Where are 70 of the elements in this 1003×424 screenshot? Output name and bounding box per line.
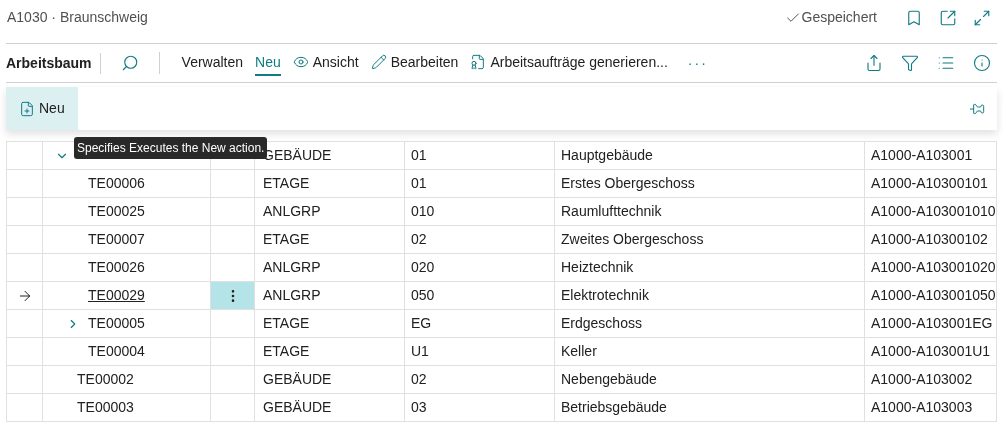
action-tab[interactable]: Bearbeiten [370, 50, 459, 76]
search-icon[interactable] [120, 54, 139, 72]
path-cell-text: A1000-A10300101 [871, 174, 988, 193]
bookmark-icon[interactable] [905, 8, 923, 27]
element-id[interactable]: TE00029 [88, 285, 145, 306]
code-cell-text: 02 [411, 370, 427, 389]
element-id[interactable]: TE00026 [88, 257, 145, 278]
code-cell-text: EG [411, 314, 432, 333]
pencil-icon [370, 54, 387, 70]
page-title: A1030 · Braunschweig [7, 8, 148, 27]
saved-status: Gespeichert [801, 8, 877, 27]
code-cell-text: 01 [411, 174, 427, 193]
type-cell-text: ETAGE [263, 314, 310, 333]
name-cell-text: Erdgeschoss [561, 314, 642, 333]
path-cell-text: A1000-A103001 [871, 146, 973, 165]
page-name: Arbeitsbaum [6, 52, 101, 74]
name-cell-text: Elektrotechnik [561, 286, 649, 305]
path-cell-text: A1000-A103002 [871, 370, 973, 389]
path-cell-text: A1000-A103001EG [871, 314, 993, 333]
document-icon [470, 54, 487, 70]
action-tab[interactable]: Arbeitsaufträge generieren... [470, 50, 668, 76]
type-cell-text: GEBÄUDE [263, 370, 332, 389]
element-id[interactable]: TE00002 [77, 369, 134, 390]
name-cell-text: Nebengebäude [561, 370, 657, 389]
info-icon[interactable] [973, 54, 991, 72]
element-id[interactable]: TE00003 [77, 397, 134, 418]
code-cell-text: 01 [411, 146, 427, 165]
list-icon[interactable] [937, 54, 955, 72]
type-cell-text: ETAGE [263, 342, 310, 361]
path-cell-text: A1000-A103001010 [871, 202, 996, 221]
type-cell-text: ANLGRP [263, 258, 321, 277]
action-tab[interactable]: Neu [255, 50, 281, 76]
type-cell-text: GEBÄUDE [263, 398, 332, 417]
new-document-icon [19, 100, 35, 117]
code-cell-text: 010 [411, 202, 435, 221]
code-cell-text: 050 [411, 286, 435, 305]
element-id[interactable]: TE00025 [88, 201, 145, 222]
type-cell-text: ETAGE [263, 174, 310, 193]
path-cell-text: A1000-A103001U1 [871, 342, 991, 361]
code-cell-text: 02 [411, 230, 427, 249]
share-icon[interactable] [865, 54, 883, 72]
open-new-window-icon[interactable] [939, 8, 957, 27]
element-id[interactable]: TE00006 [88, 173, 145, 194]
element-id[interactable]: TE00004 [88, 341, 145, 362]
action-tab[interactable]: Ansicht [292, 50, 359, 76]
name-cell-text: Betriebsgebäude [561, 398, 667, 417]
code-cell-text: 03 [411, 398, 427, 417]
expand-icon[interactable] [973, 8, 991, 27]
new-button[interactable]: Neu [6, 87, 78, 130]
more-actions-button[interactable]: ··· [687, 52, 708, 74]
element-id[interactable]: TE00007 [88, 229, 145, 250]
eye-icon [292, 54, 309, 70]
path-cell-text: A1000-A10300102 [871, 230, 988, 249]
path-cell-text: A1000-A103001020 [871, 258, 996, 277]
name-cell-text: Raumlufttechnik [561, 202, 662, 221]
type-cell-text: ETAGE [263, 230, 310, 249]
path-cell-text: A1000-A103003 [871, 398, 973, 417]
action-tab[interactable]: Verwalten [181, 50, 244, 76]
code-cell-text: 020 [411, 258, 435, 277]
element-id[interactable]: TE00005 [88, 313, 145, 334]
name-cell-text: Heiztechnik [561, 258, 634, 277]
name-cell-text: Erstes Obergeschoss [561, 174, 695, 193]
type-cell-text: ANLGRP [263, 202, 321, 221]
filter-icon[interactable] [901, 54, 919, 72]
name-cell-text: Keller [561, 342, 597, 361]
path-cell-text: A1000-A103001050 [871, 286, 996, 305]
name-cell-text: Hauptgebäude [561, 146, 653, 165]
name-cell-text: Zweites Obergeschoss [561, 230, 704, 249]
code-cell-text: U1 [411, 342, 429, 361]
type-cell-text: ANLGRP [263, 286, 321, 305]
